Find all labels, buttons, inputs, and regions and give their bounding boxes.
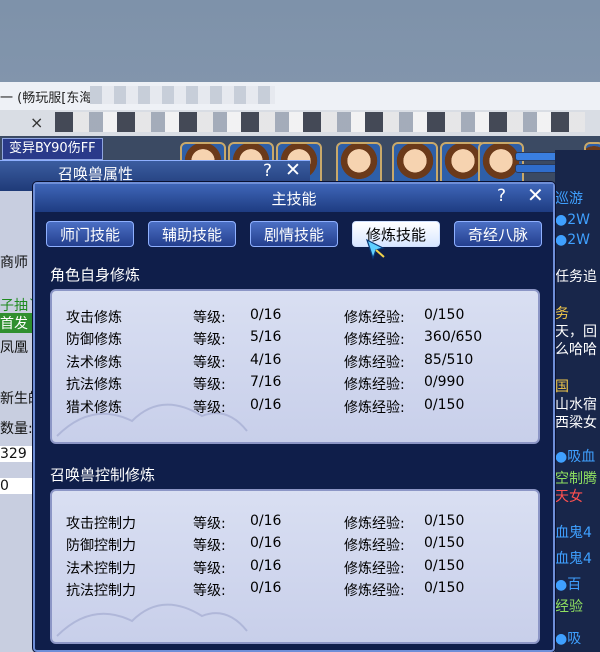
left-text: 新生的 [0,391,35,407]
level-label: 等级: [193,377,226,393]
help-icon[interactable]: ? [497,186,506,206]
exp-value: 360/650 [424,329,483,345]
chat-line: 经验 [555,599,583,615]
section-title-pet-control: 召唤兽控制修炼 [50,466,156,484]
skill-name: 攻击控制力 [66,516,136,532]
left-field: 329 [0,446,35,462]
left-field: 0 [0,478,35,494]
chat-line: 务 [555,306,569,322]
exp-label: 修炼经验: [344,516,405,532]
exp-value: 0/150 [424,558,465,574]
chat-line: ●2W [555,232,590,248]
level-value: 0/16 [250,307,282,323]
skill-name: 法术控制力 [66,561,136,577]
left-text: 凤凰 [0,340,28,356]
chat-line: 血鬼4 [555,551,592,567]
exp-label: 修炼经验: [344,400,405,416]
exp-value: 0/150 [424,397,465,413]
pet-window-title: 召唤兽属性 [58,165,134,183]
level-value: 0/16 [250,397,282,413]
transform-label: 变异BY90伤FF [2,138,103,160]
chat-panel[interactable]: 巡游 ●2W ●2W 任务追 务 天，回 么哈哈 国 山水宿 西梁女 ●吸血 空… [555,150,600,652]
level-label: 等级: [193,583,226,599]
level-label: 等级: [193,538,226,554]
chat-line: 天女 [555,489,583,505]
exp-label: 修炼经验: [344,538,405,554]
skill-name: 抗法控制力 [66,583,136,599]
level-label: 等级: [193,516,226,532]
level-value: 0/16 [250,558,282,574]
close-icon[interactable]: ✕ [527,183,544,207]
level-label: 等级: [193,355,226,371]
tab-support-skills[interactable]: 辅助技能 [148,221,236,247]
chat-line: ●吸 [555,631,582,647]
exp-label: 修炼经验: [344,583,405,599]
skill-name: 防御修炼 [66,332,122,348]
chat-line: 任务追 [555,269,597,285]
exp-label: 修炼经验: [344,377,405,393]
host-window-title: 一 (畅玩服[东海 [0,91,93,106]
chat-line: 巡游 [555,191,583,207]
chat-line: 山水宿 [555,397,597,413]
section-title-self: 角色自身修炼 [50,266,141,284]
exp-label: 修炼经验: [344,561,405,577]
main-window-title: 主技能 [271,190,317,208]
skill-name: 猎术修炼 [66,400,122,416]
chat-line: 么哈哈 [555,342,597,358]
chat-line: 西梁女 [555,415,597,431]
close-icon[interactable]: ✕ [285,159,301,181]
level-label: 等级: [193,332,226,348]
skill-name: 抗法修炼 [66,377,122,393]
skill-name: 防御控制力 [66,538,136,554]
chat-line: ●吸血 [555,449,596,465]
level-value: 0/16 [250,535,282,551]
chat-line: 血鬼4 [555,525,592,541]
tab-school-skills[interactable]: 师门技能 [46,221,134,247]
help-icon[interactable]: ? [263,161,272,181]
chat-line: 国 [555,379,569,395]
tab-story-skills[interactable]: 剧情技能 [250,221,338,247]
chat-line: 空制腾 [555,471,597,487]
left-text: 子抽丫 [0,298,35,314]
exp-value: 0/150 [424,513,465,529]
exp-label: 修炼经验: [344,310,405,326]
chat-line: 天，回 [555,324,597,340]
blurred-region [90,86,275,104]
tab-meridians[interactable]: 奇经八脉 [454,221,542,247]
chat-line: ●百 [555,577,582,593]
skill-name: 攻击修炼 [66,310,122,326]
left-text: 数量: [0,421,33,437]
skill-name: 法术修炼 [66,355,122,371]
level-value: 0/16 [250,580,282,596]
level-value: 7/16 [250,374,282,390]
level-label: 等级: [193,400,226,416]
level-value: 4/16 [250,352,282,368]
exp-value: 0/150 [424,580,465,596]
host-close-icon[interactable]: × [30,113,43,132]
level-label: 等级: [193,561,226,577]
exp-value: 85/510 [424,352,474,368]
exp-value: 0/150 [424,535,465,551]
left-text: 商师 [0,255,28,271]
left-badge: 首发 [0,313,32,333]
exp-value: 0/150 [424,307,465,323]
level-label: 等级: [193,310,226,326]
blurred-region [55,112,585,132]
cursor-icon [365,238,385,260]
level-value: 5/16 [250,329,282,345]
exp-value: 0/990 [424,374,465,390]
exp-label: 修炼经验: [344,332,405,348]
level-value: 0/16 [250,513,282,529]
chat-line: ●2W [555,212,590,228]
exp-label: 修炼经验: [344,355,405,371]
